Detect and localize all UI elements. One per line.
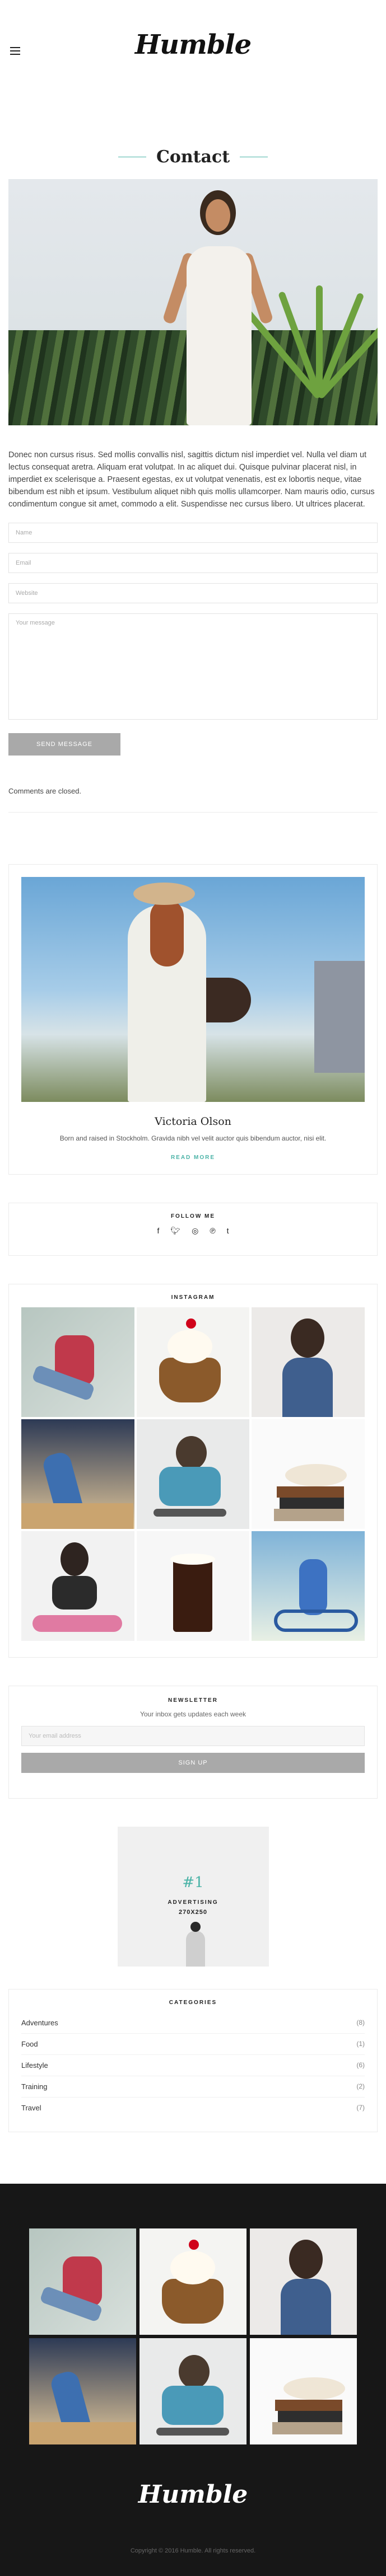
instagram-photo[interactable] (252, 1307, 365, 1417)
facebook-icon[interactable]: f (157, 1226, 159, 1236)
instagram-photo[interactable] (136, 1307, 250, 1417)
footer-instagram-grid (29, 2228, 357, 2444)
page-title: Contact (156, 147, 230, 167)
follow-widget: FOLLOW ME f 🐦︎ ◎ ℗ t (8, 1203, 378, 1256)
instagram-photo[interactable] (252, 1419, 365, 1529)
comments-closed-text: Comments are closed. (8, 787, 378, 813)
instagram-photo[interactable] (21, 1531, 134, 1641)
site-header: Humble (0, 0, 386, 101)
category-item[interactable]: Food (1) (21, 2034, 365, 2055)
send-message-button[interactable]: SEND MESSAGE (8, 733, 120, 756)
ad-banner[interactable]: #1 ADVERTISING 270X250 (117, 1827, 269, 1967)
name-field[interactable]: Name (8, 523, 378, 543)
instagram-photo[interactable] (136, 1531, 250, 1641)
contact-hero-image (8, 179, 378, 425)
site-footer: Humble Copyright © 2016 Humble. All righ… (0, 2184, 386, 2576)
category-item[interactable]: Training (2) (21, 2076, 365, 2098)
follow-title: FOLLOW ME (170, 1213, 216, 1219)
category-item[interactable]: Travel (7) (21, 2098, 365, 2118)
about-name: Victoria Olson (155, 1115, 231, 1128)
message-field[interactable]: Your message (8, 613, 378, 720)
page-title-block: Contact (0, 134, 386, 179)
footer-instagram-photo[interactable] (29, 2228, 136, 2335)
about-bio: Born and raised in Stockholm. Gravida ni… (59, 1134, 327, 1142)
instagram-icon[interactable]: ◎ (192, 1226, 198, 1236)
footer-instagram-photo[interactable] (29, 2338, 136, 2444)
instagram-photo[interactable] (252, 1531, 365, 1641)
twitter-icon[interactable]: 🐦︎ (170, 1226, 180, 1236)
instagram-photo[interactable] (136, 1419, 250, 1529)
categories-widget: CATEGORIES Adventures (8) Food (1) Lifesty… (8, 1989, 378, 2132)
category-item[interactable]: Lifestyle (6) (21, 2055, 365, 2076)
ad-label: ADVERTISING (168, 1899, 218, 1906)
about-image (21, 877, 365, 1102)
ad-number: #1 (182, 1874, 204, 1891)
instagram-photo[interactable] (21, 1307, 134, 1417)
email-field[interactable]: Email (8, 553, 378, 573)
footer-instagram-photo[interactable] (250, 2338, 357, 2444)
instagram-grid (21, 1307, 365, 1641)
instagram-widget: INSTAGRAM (8, 1284, 378, 1658)
footer-logo[interactable]: Humble (0, 2480, 386, 2509)
newsletter-email-input[interactable]: Your email address (21, 1726, 365, 1746)
tumblr-icon[interactable]: t (227, 1226, 229, 1236)
contact-paragraph: Donec non cursus risus. Sed mollis conva… (8, 451, 375, 509)
read-more-link[interactable]: READ MORE (21, 1155, 365, 1161)
category-item[interactable]: Adventures (8) (21, 2012, 365, 2034)
hero-woman (162, 190, 274, 425)
newsletter-widget: NEWSLETTER Your inbox gets updates each … (8, 1686, 378, 1799)
newsletter-title: NEWSLETTER (168, 1697, 218, 1704)
footer-instagram-photo[interactable] (250, 2228, 357, 2335)
site-logo[interactable]: Humble (0, 29, 386, 60)
signup-button[interactable]: SIGN UP (21, 1753, 365, 1773)
ad-widget: #1 ADVERTISING 270X250 (0, 1827, 386, 1967)
pinterest-icon[interactable]: ℗ (210, 1226, 215, 1236)
footer-instagram-photo[interactable] (139, 2228, 247, 2335)
ad-size: 270X250 (178, 1909, 208, 1916)
about-widget: Victoria Olson Born and raised in Stockh… (8, 864, 378, 1175)
social-icons: f 🐦︎ ◎ ℗ t (21, 1226, 365, 1236)
categories-title: CATEGORIES (169, 2000, 217, 2006)
copyright-text: Copyright © 2016 Humble. All rights rese… (130, 2547, 256, 2554)
hero-palm (244, 274, 378, 400)
page: Humble Contact Donec non cursus risus. S… (0, 0, 386, 2576)
website-field[interactable]: Website (8, 583, 378, 603)
contact-form: Name Email Website Your message SEND MES… (8, 523, 378, 756)
newsletter-subtitle: Your inbox gets updates each week (139, 1710, 247, 1718)
ad-person-image (185, 1922, 205, 1967)
instagram-photo[interactable] (21, 1419, 134, 1529)
footer-instagram-photo[interactable] (139, 2338, 247, 2444)
instagram-title: INSTAGRAM (171, 1294, 215, 1301)
